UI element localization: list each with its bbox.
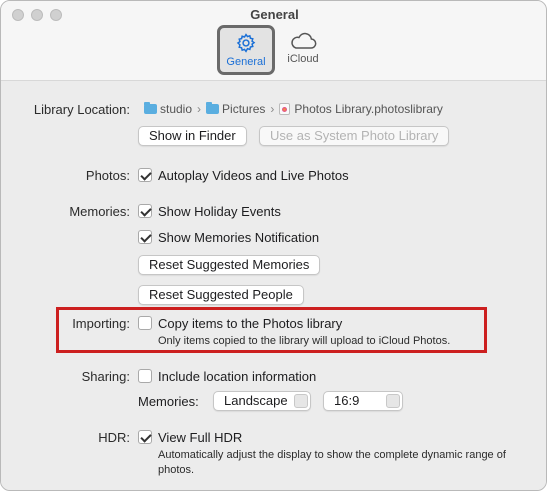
include-location-label: Include location information: [158, 369, 317, 384]
photos-library-icon: [279, 103, 291, 115]
view-full-hdr-label: View Full HDR: [158, 430, 243, 445]
memories-notification-label: Show Memories Notification: [158, 230, 320, 245]
folder-icon: [144, 102, 157, 114]
library-location-label: Library Location:: [33, 102, 130, 117]
orientation-select[interactable]: Landscape: [213, 391, 311, 411]
memories-label: Memories:: [69, 204, 130, 219]
reset-suggested-people-button[interactable]: Reset Suggested People: [138, 285, 304, 305]
tab-icloud-label: iCloud: [287, 53, 319, 65]
show-in-finder-button[interactable]: Show in Finder: [138, 126, 247, 146]
chevron-updown-icon: [386, 394, 400, 408]
tab-general-label: General: [226, 56, 266, 68]
holiday-events-label: Show Holiday Events: [158, 204, 281, 219]
importing-note: Only items copied to the library will up…: [158, 335, 451, 347]
orientation-value: Landscape: [224, 393, 288, 408]
memories-notification-checkbox[interactable]: [138, 230, 152, 244]
path-separator-icon: ›: [197, 102, 202, 116]
importing-label: Importing:: [72, 316, 130, 331]
tab-icloud[interactable]: iCloud: [274, 25, 332, 75]
autoplay-label: Autoplay Videos and Live Photos: [158, 168, 349, 183]
gear-icon: [236, 33, 256, 53]
view-full-hdr-checkbox[interactable]: [138, 430, 152, 444]
include-location-checkbox[interactable]: [138, 369, 152, 383]
preferences-window: General General iCloud Library Location:…: [0, 0, 547, 491]
photos-label: Photos:: [85, 168, 130, 183]
folder-icon: [206, 102, 220, 114]
hdr-note: Automatically adjust the display to show…: [158, 449, 506, 476]
path-pictures: Pictures: [222, 102, 266, 116]
path-studio: studio: [160, 102, 193, 116]
reset-suggested-memories-button[interactable]: Reset Suggested Memories: [138, 255, 321, 275]
tab-general[interactable]: General: [217, 25, 275, 75]
chevron-updown-icon: [294, 394, 308, 408]
sharing-label: Sharing:: [81, 369, 130, 384]
path-photos-library: Photos Library.photoslibrary: [294, 102, 443, 116]
general-pane: Library Location: studio › Pictures › Photos…: [1, 82, 546, 490]
holiday-events-checkbox[interactable]: [138, 204, 152, 218]
hdr-label: HDR:: [98, 430, 130, 445]
window-title: General: [250, 7, 299, 22]
use-as-system-library-button[interactable]: Use as System Photo Library: [259, 126, 450, 146]
aspect-ratio-value: 16:9: [334, 393, 360, 408]
path-separator-icon: ›: [270, 102, 275, 116]
toolbar: General General iCloud: [1, 1, 546, 81]
library-path[interactable]: studio › Pictures › Photos Library.photoslib…: [144, 102, 443, 116]
cloud-icon: [291, 32, 317, 49]
copy-items-label: Copy items to the Photos library: [158, 316, 343, 331]
copy-items-checkbox[interactable]: [138, 316, 152, 330]
aspect-ratio-select[interactable]: 16:9: [323, 391, 403, 411]
sharing-memories-label: Memories:: [138, 394, 199, 409]
autoplay-checkbox[interactable]: [138, 168, 152, 182]
